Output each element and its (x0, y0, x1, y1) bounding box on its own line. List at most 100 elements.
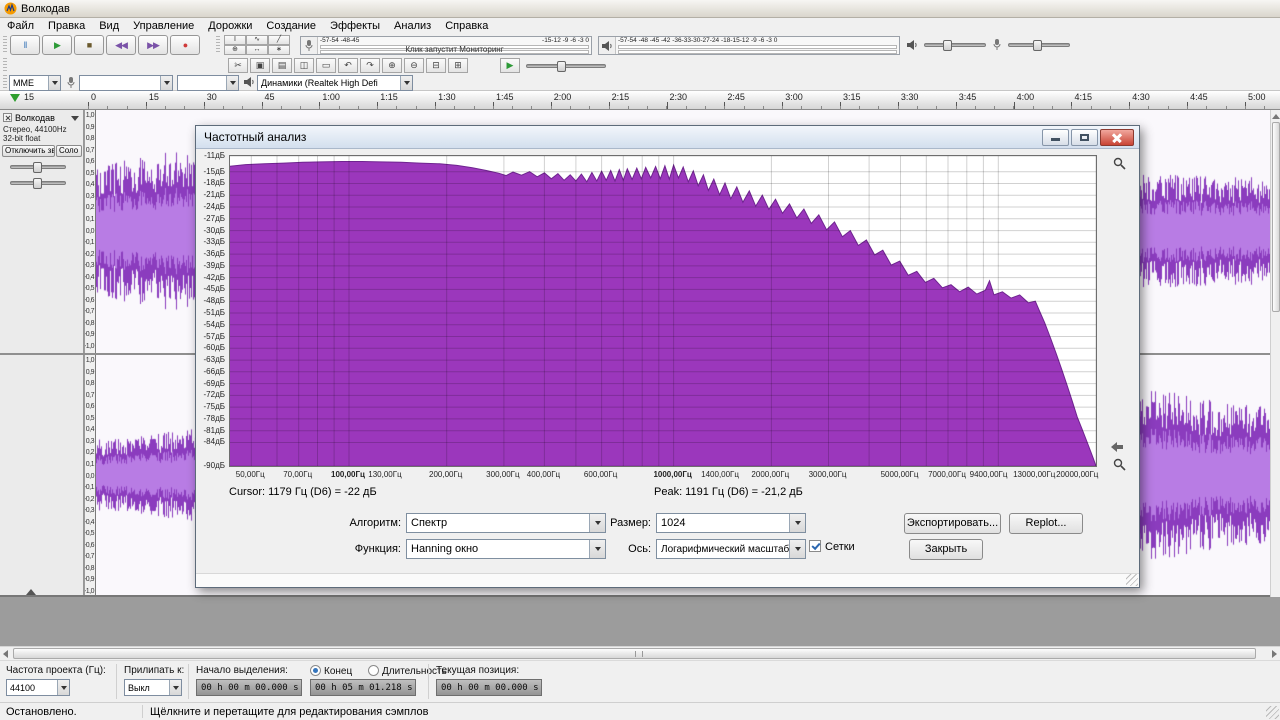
selection-start-field[interactable]: 00 h 00 m 00.000 s (196, 679, 302, 696)
undo-icon[interactable]: ↶ (338, 58, 358, 73)
audio-host-dropdown[interactable]: MME (9, 75, 61, 91)
grids-checkbox[interactable]: Сетки (809, 540, 855, 553)
input-volume-thumb[interactable] (1033, 40, 1042, 51)
toolbar-gripper[interactable] (3, 75, 7, 89)
rewind-button[interactable]: ◀◀ (106, 35, 136, 55)
snap-to-dropdown[interactable]: Выкл (124, 679, 182, 696)
replot-button[interactable]: Replot... (1009, 513, 1083, 534)
current-position-field[interactable]: 00 h 00 m 00.000 s (436, 679, 542, 696)
playback-meter[interactable]: -57-54 -48 -45 -42 -36-33-30-27-24 -18-1… (598, 36, 900, 55)
toolbar-gripper[interactable] (3, 36, 7, 54)
pan-thumb[interactable] (33, 178, 42, 189)
dialog-titlebar[interactable]: Частотный анализ (196, 126, 1139, 149)
close-icon[interactable] (1100, 129, 1134, 146)
menu-item-9[interactable]: Справка (438, 19, 495, 33)
input-channels-dropdown[interactable] (177, 75, 239, 91)
mute-button[interactable]: Отключить звук (2, 145, 55, 157)
recording-meter[interactable]: -57-54 -48-45 -15-12 -9 -6 -3 0 Клик зап… (300, 36, 592, 55)
radio-icon[interactable] (368, 665, 379, 676)
size-dropdown[interactable]: 1024 (656, 513, 806, 533)
output-device-dropdown[interactable]: Динамики (Realtek High Defi (257, 75, 413, 91)
pause-button[interactable]: ‖ (10, 35, 40, 55)
track-title[interactable]: Волкодав (15, 113, 55, 123)
envelope-tool-button[interactable]: ∿ (246, 35, 268, 45)
vertical-scrollbar[interactable] (1270, 110, 1280, 646)
input-volume-slider[interactable] (1008, 43, 1070, 47)
toolbar-gripper[interactable] (216, 36, 220, 54)
track-menu-chevron-icon[interactable] (71, 116, 79, 121)
horizontal-scroll-thumb[interactable] (13, 648, 1256, 659)
scroll-left-icon[interactable] (3, 650, 8, 658)
timeline-minor-tick (358, 106, 359, 109)
silence-icon[interactable]: ▭ (316, 58, 336, 73)
menu-item-8[interactable]: Анализ (387, 19, 438, 33)
zoom-tool-button[interactable]: ⊕ (224, 45, 246, 55)
recording-meter-body[interactable]: -57-54 -48-45 -15-12 -9 -6 -3 0 Клик зап… (318, 37, 591, 54)
input-device-dropdown[interactable] (79, 75, 173, 91)
menu-item-7[interactable]: Эффекты (323, 19, 387, 33)
paste-icon[interactable]: ▤ (272, 58, 292, 73)
project-rate-dropdown[interactable]: 44100 (6, 679, 70, 696)
selection-tool-button[interactable]: I (224, 35, 246, 45)
axis-dropdown[interactable]: Логарифмический масштаб (656, 539, 806, 559)
cut-icon[interactable]: ✂ (228, 58, 248, 73)
track-close-icon[interactable] (3, 113, 12, 122)
resize-grip-icon[interactable] (1126, 574, 1138, 586)
chevron-down-icon (57, 680, 69, 695)
pan-slider[interactable] (10, 181, 66, 185)
gain-thumb[interactable] (33, 162, 42, 173)
y-tick-label: -84дБ (204, 438, 225, 446)
selection-end-field[interactable]: 00 h 05 m 01.218 s (310, 679, 416, 696)
algorithm-dropdown[interactable]: Спектр (406, 513, 606, 533)
draw-tool-button[interactable]: ╱ (268, 35, 290, 45)
horizontal-scrollbar[interactable] (0, 646, 1280, 660)
timeshift-tool-button[interactable]: ↔ (246, 45, 268, 55)
multi-tool-button[interactable]: ∗ (268, 45, 290, 55)
checkbox-checked-icon[interactable] (809, 540, 821, 552)
spectrum-plot[interactable] (229, 155, 1097, 467)
record-button[interactable]: ● (170, 35, 200, 55)
toolbar-gripper[interactable] (3, 58, 7, 72)
redo-icon[interactable]: ↷ (360, 58, 380, 73)
menu-item-4[interactable]: Управление (126, 19, 201, 33)
end-radio[interactable]: Конец (310, 665, 352, 677)
fit-selection-icon[interactable]: ⊟ (426, 58, 446, 73)
play-at-speed-button[interactable]: ▶ (500, 58, 520, 73)
magnifier-icon[interactable] (1113, 458, 1126, 471)
gain-slider[interactable] (10, 165, 66, 169)
copy-icon[interactable]: ▣ (250, 58, 270, 73)
magnifier-icon[interactable] (1113, 157, 1126, 170)
length-radio[interactable]: Длительность (368, 665, 447, 677)
play-speed-thumb[interactable] (557, 61, 566, 72)
stop-button[interactable]: ■ (74, 35, 104, 55)
zoom-in-icon[interactable]: ⊕ (382, 58, 402, 73)
zoom-out-icon[interactable]: ⊖ (404, 58, 424, 73)
scroll-up-icon[interactable] (1272, 114, 1280, 119)
vertical-scroll-thumb[interactable] (1272, 122, 1280, 312)
playhead-triangle-icon[interactable] (10, 94, 20, 102)
minimize-button[interactable] (1042, 129, 1069, 146)
output-volume-slider[interactable] (924, 43, 986, 47)
radio-selected-icon[interactable] (310, 665, 321, 676)
export-button[interactable]: Экспортировать... (904, 513, 1001, 534)
solo-button[interactable]: Соло (56, 145, 82, 157)
trim-icon[interactable]: ◫ (294, 58, 314, 73)
menu-item-5[interactable]: Дорожки (201, 19, 259, 33)
maximize-button[interactable] (1071, 129, 1098, 146)
grab-arrow-icon[interactable] (1111, 442, 1123, 452)
forward-button[interactable]: ▶▶ (138, 35, 168, 55)
scroll-right-icon[interactable] (1272, 650, 1277, 658)
dialog-close-button[interactable]: Закрыть (909, 539, 983, 560)
function-dropdown[interactable]: Hanning окно (406, 539, 606, 559)
resize-grip-icon[interactable] (1266, 706, 1279, 719)
menu-item-1[interactable]: Файл (0, 19, 41, 33)
menu-item-6[interactable]: Создание (259, 19, 323, 33)
play-button[interactable]: ▶ (42, 35, 72, 55)
output-volume-thumb[interactable] (943, 40, 952, 51)
menu-item-3[interactable]: Вид (92, 19, 126, 33)
playback-meter-body[interactable]: -57-54 -48 -45 -42 -36-33-30-27-24 -18-1… (616, 37, 899, 54)
fit-project-icon[interactable]: ⊞ (448, 58, 468, 73)
timeline-ruler[interactable]: 1501530451:001:151:301:452:002:152:302:4… (0, 91, 1280, 110)
menu-item-2[interactable]: Правка (41, 19, 92, 33)
play-speed-slider[interactable] (526, 64, 606, 68)
